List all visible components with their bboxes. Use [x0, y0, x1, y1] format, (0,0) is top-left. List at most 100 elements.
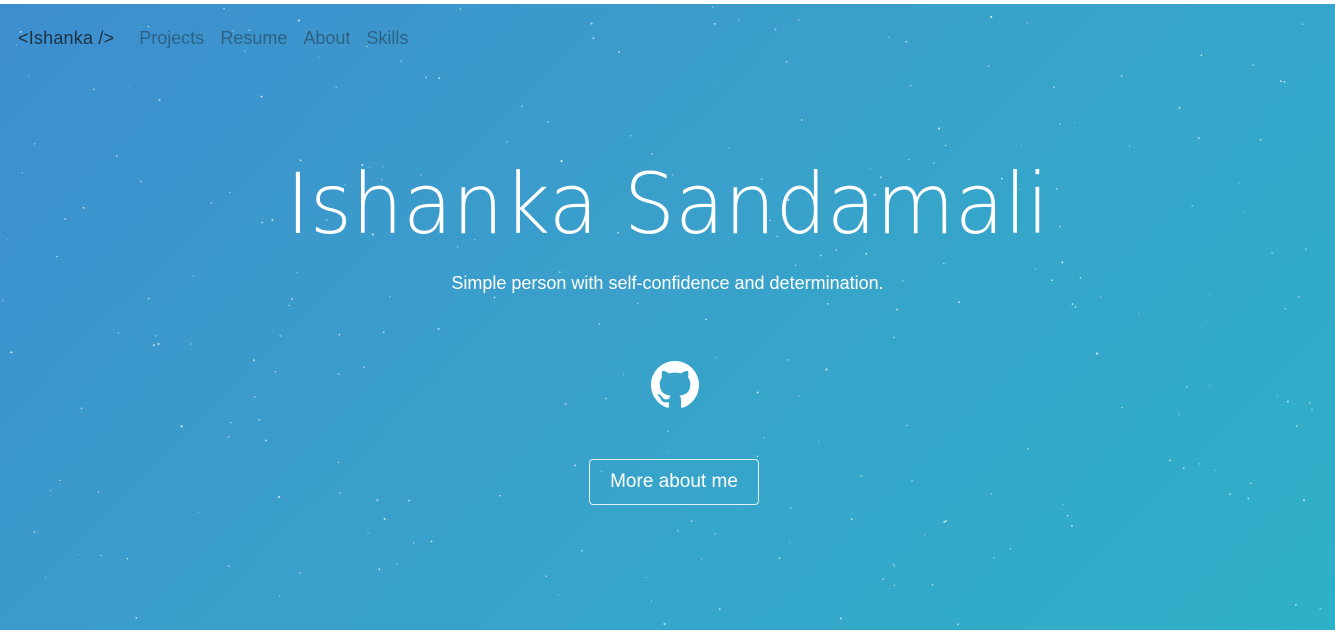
star-particle [1071, 525, 1073, 527]
star-particle [253, 396, 256, 398]
hero-section: <Ishanka /> Projects Resume About Skills… [0, 4, 1335, 630]
star-particle [1197, 137, 1200, 140]
star-particle [1252, 64, 1255, 66]
star-particle [1073, 121, 1075, 123]
star-particle [711, 6, 714, 9]
star-particle [412, 542, 415, 544]
star-particle [1286, 400, 1289, 403]
star-particle [888, 36, 890, 38]
star-particle [135, 616, 138, 619]
star-particle [400, 60, 402, 62]
star-particle [59, 479, 61, 482]
star-particle [154, 335, 157, 337]
star-particle [230, 421, 232, 424]
more-about-me-button[interactable]: More about me [589, 459, 759, 505]
star-particle [425, 76, 428, 79]
star-particle [666, 430, 669, 433]
star-particle [944, 520, 947, 523]
nav-link-about[interactable]: About [303, 28, 350, 49]
star-particle [892, 563, 895, 566]
star-particle [944, 144, 947, 147]
star-particle [128, 85, 130, 87]
star-particle [1247, 497, 1250, 500]
star-particle [190, 343, 192, 345]
star-particle [1200, 54, 1203, 57]
star-particle [1026, 22, 1028, 24]
star-particle [126, 557, 129, 560]
star-particle [666, 450, 668, 452]
star-particle [778, 557, 781, 560]
star-particle [617, 51, 621, 54]
star-particle [1249, 482, 1252, 485]
star-particle [1186, 386, 1188, 388]
star-particle [825, 368, 828, 371]
star-particle [27, 74, 30, 77]
star-particle [298, 571, 301, 574]
star-particle [1128, 145, 1131, 147]
star-particle [1121, 406, 1123, 409]
star-particle [1280, 80, 1282, 83]
star-particle [713, 22, 716, 25]
star-particle [598, 322, 600, 325]
star-particle [1059, 123, 1061, 126]
star-particle [10, 351, 13, 354]
star-particle [1178, 413, 1181, 415]
star-particle [297, 19, 300, 22]
star-particle [493, 296, 496, 299]
star-particle [290, 297, 293, 300]
star-particle [1169, 459, 1172, 462]
star-particle [927, 431, 929, 433]
star-particle [376, 499, 379, 502]
star-particle [564, 402, 567, 405]
star-particle [690, 520, 693, 523]
star-particle [1297, 295, 1300, 298]
star-particle [1026, 447, 1029, 450]
star-particle [1066, 514, 1069, 517]
star-particle [909, 84, 912, 87]
star-particle [1214, 469, 1216, 472]
star-particle [557, 594, 560, 596]
star-particle [957, 623, 960, 626]
star-particle [798, 19, 800, 21]
star-particle [700, 558, 703, 561]
brand-logo-link[interactable]: <Ishanka /> [18, 28, 114, 49]
star-particle [1009, 548, 1012, 550]
star-particle [1138, 312, 1140, 315]
star-particle [278, 594, 281, 597]
star-particle [911, 479, 914, 482]
nav-link-resume[interactable]: Resume [220, 28, 287, 49]
star-particle [100, 554, 102, 557]
star-particle [1074, 306, 1077, 308]
star-particle [713, 79, 715, 81]
star-particle [1, 300, 4, 302]
star-particle [1295, 425, 1298, 427]
star-particle [499, 494, 501, 497]
star-particle [521, 105, 523, 108]
star-particle [1205, 321, 1207, 323]
star-particle [383, 517, 386, 520]
star-particle [33, 531, 36, 533]
nav-link-skills[interactable]: Skills [366, 28, 408, 49]
star-particle [1182, 467, 1185, 470]
nav-link-projects[interactable]: Projects [139, 28, 204, 49]
github-icon[interactable] [651, 361, 699, 409]
star-particle [1062, 503, 1064, 506]
star-particle [774, 28, 777, 31]
star-particle [1020, 144, 1022, 146]
star-particle [279, 334, 282, 337]
star-particle [459, 8, 462, 10]
star-particle [1308, 401, 1311, 404]
star-particle [228, 565, 230, 567]
star-particle [1284, 307, 1287, 310]
star-particle [714, 533, 717, 535]
star-particle [990, 492, 993, 495]
star-particle [45, 577, 47, 579]
star-particle [818, 441, 820, 443]
star-particle [253, 359, 255, 362]
star-particle [637, 303, 639, 305]
star-particle [1053, 86, 1055, 89]
star-particle [1229, 493, 1231, 495]
star-particle [629, 134, 632, 137]
star-particle [704, 318, 707, 321]
star-particle [931, 583, 934, 586]
